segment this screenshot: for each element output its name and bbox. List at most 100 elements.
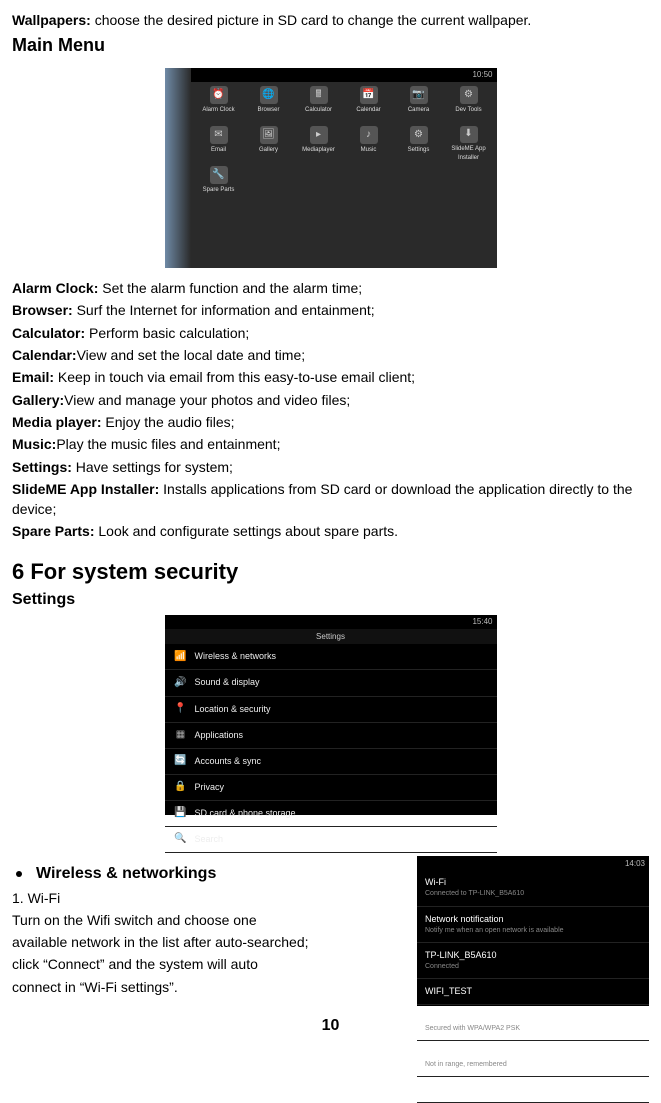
wifi-row: Wi-FiConnected to TP-LINK_B5A610 xyxy=(417,870,649,906)
wifi-row-sub: Not in range, remembered xyxy=(425,1060,641,1070)
app-glyph-icon: 🖩 xyxy=(310,86,328,104)
app-glyph-icon: ⚙ xyxy=(460,86,478,104)
app-icon-slideme-app-installer: ⬇ SlideME App Installer xyxy=(445,126,493,162)
definition-term: Music: xyxy=(12,436,56,452)
wallpapers-desc: choose the desired picture in SD card to… xyxy=(91,12,531,28)
wifi-row: Add Wi-Fi network xyxy=(417,1077,649,1103)
settings-row: 🔒Privacy xyxy=(165,775,497,801)
definition-line: Alarm Clock: Set the alarm function and … xyxy=(12,278,649,298)
settings-row: 🔊Sound & display xyxy=(165,670,497,696)
settings-row-icon: 🔒 xyxy=(175,781,187,793)
wifi-row-main: Wi-Fi xyxy=(425,876,641,889)
settings-row-icon: 📍 xyxy=(175,703,187,715)
app-label: Music xyxy=(361,146,377,155)
statusbar: 15:40 xyxy=(165,615,497,629)
app-label: Spare Parts xyxy=(203,186,235,195)
app-icon-spare-parts: 🔧 Spare Parts xyxy=(195,166,243,202)
wifi-row: maiatawbu-pmSecured with WPA/WPA2 PSK xyxy=(417,1005,649,1041)
section-6-heading: 6 For system security xyxy=(12,556,649,588)
app-glyph-icon: ✉ xyxy=(210,126,228,144)
definition-text: View and manage your photos and video fi… xyxy=(64,392,350,408)
settings-row: 📍 Location & security xyxy=(165,697,497,723)
settings-heading: Settings xyxy=(12,588,649,611)
wifi-list: Wi-FiConnected to TP-LINK_B5A610Network … xyxy=(417,870,649,1103)
definition-line: Spare Parts: Look and configurate settin… xyxy=(12,521,649,541)
definition-line: Calendar:View and set the local date and… xyxy=(12,345,649,365)
app-glyph-icon: 🌐 xyxy=(260,86,278,104)
app-glyph-icon: 🔧 xyxy=(210,166,228,184)
app-label: Calendar xyxy=(356,106,380,115)
definition-text: View and set the local date and time; xyxy=(77,347,306,363)
app-definitions: Alarm Clock: Set the alarm function and … xyxy=(12,278,649,542)
settings-row-label: Accounts & sync xyxy=(195,755,262,768)
app-icon-calendar: 📅 Calendar xyxy=(345,86,393,122)
definition-line: Music:Play the music files and entainmen… xyxy=(12,434,649,454)
app-label: Camera xyxy=(408,106,429,115)
app-label: Gallery xyxy=(259,146,278,155)
app-glyph-icon: 🖼 xyxy=(260,126,278,144)
definition-line: Calculator: Perform basic calculation; xyxy=(12,323,649,343)
settings-row: 🔄 Accounts & sync xyxy=(165,749,497,775)
app-label: Settings xyxy=(408,146,430,155)
definition-text: Surf the Internet for information and en… xyxy=(73,302,375,318)
definition-line: Gallery:View and manage your photos and … xyxy=(12,390,649,410)
definition-term: Email: xyxy=(12,369,54,385)
wifi-row: WIFI_TEST xyxy=(417,979,649,1005)
definition-text: Perform basic calculation; xyxy=(85,325,249,341)
settings-title: Settings xyxy=(165,629,497,645)
wifi-row: Network notificationNotify me when an op… xyxy=(417,907,649,943)
statusbar: 14:03 xyxy=(417,856,649,870)
app-glyph-icon: ⏰ xyxy=(210,86,228,104)
definition-text: Play the music files and entainment; xyxy=(56,436,280,452)
settings-row-label: Wireless & networks xyxy=(195,650,277,663)
wifi-row-main: maiatawbu-pm xyxy=(425,1011,641,1024)
wireless-bullet-heading: Wireless & networkings xyxy=(36,862,216,885)
definition-line: Browser: Surf the Internet for informati… xyxy=(12,300,649,320)
definition-term: Alarm Clock: xyxy=(12,280,98,296)
app-icon-browser: 🌐Browser xyxy=(245,86,293,122)
definition-line: Settings: Have settings for system; xyxy=(12,457,649,477)
app-label: Email xyxy=(211,146,226,155)
wifi-row-sub: Notify me when an open network is availa… xyxy=(425,926,641,936)
settings-row: 📶 Wireless & networks xyxy=(165,644,497,670)
definition-term: Gallery: xyxy=(12,392,64,408)
wifi-row: TP_HayaNot in range, remembered xyxy=(417,1041,649,1077)
app-icon-email: ✉ Email xyxy=(195,126,243,162)
settings-row-label: Applications xyxy=(195,729,244,742)
app-label: Dev Tools xyxy=(455,106,481,115)
main-menu-heading: Main Menu xyxy=(12,32,649,58)
settings-row-icon: 📶 xyxy=(175,651,187,663)
app-glyph-icon: ♪ xyxy=(360,126,378,144)
statusbar-time: 10:50 xyxy=(472,69,492,81)
definition-text: Have settings for system; xyxy=(72,459,233,475)
app-icon-dev-tools: ⚙ Dev Tools xyxy=(445,86,493,122)
settings-row-icon: 🔄 xyxy=(175,755,187,767)
settings-screenshot: 15:40 Settings 📶 Wireless & networks 🔊Soun… xyxy=(165,615,497,815)
app-glyph-icon: 📷 xyxy=(410,86,428,104)
app-icon-settings: ⚙Settings xyxy=(395,126,443,162)
bullet-icon xyxy=(16,871,22,877)
wifi-row-main: TP-LINK_B5A610 xyxy=(425,949,641,962)
wifi-row-sub: Connected xyxy=(425,962,641,972)
app-label: Calculator xyxy=(305,106,332,115)
definition-text: Set the alarm function and the alarm tim… xyxy=(98,280,362,296)
wifi-row-sub: Secured with WPA/WPA2 PSK xyxy=(425,1024,641,1034)
settings-row-label: Search xyxy=(195,833,224,846)
wifi-row: TP-LINK_B5A610Connected xyxy=(417,943,649,979)
definition-text: Keep in touch via email from this easy-t… xyxy=(54,369,415,385)
definition-line: Media player: Enjoy the audio files; xyxy=(12,412,649,432)
wifi-row-main: Add Wi-Fi network xyxy=(425,1083,641,1096)
app-label: Alarm Clock xyxy=(202,106,234,115)
wifi-text-line: click “Connect” and the system will auto xyxy=(12,954,405,974)
settings-row-label: Sound & display xyxy=(195,676,260,689)
app-glyph-icon: ⬇ xyxy=(460,126,478,143)
app-icon-gallery: 🖼 Gallery xyxy=(245,126,293,162)
app-glyph-icon: 📅 xyxy=(360,86,378,104)
wireless-bullet-row: Wireless & networkings xyxy=(12,862,405,885)
app-icon-calculator: 🖩 Calculator xyxy=(295,86,343,122)
settings-row-icon: ▦ xyxy=(175,729,187,741)
settings-row-label: Location & security xyxy=(195,703,271,716)
app-label: SlideME App Installer xyxy=(445,145,493,162)
wallpapers-term: Wallpapers: xyxy=(12,12,91,28)
wifi-row-main: TP_Haya xyxy=(425,1047,641,1060)
